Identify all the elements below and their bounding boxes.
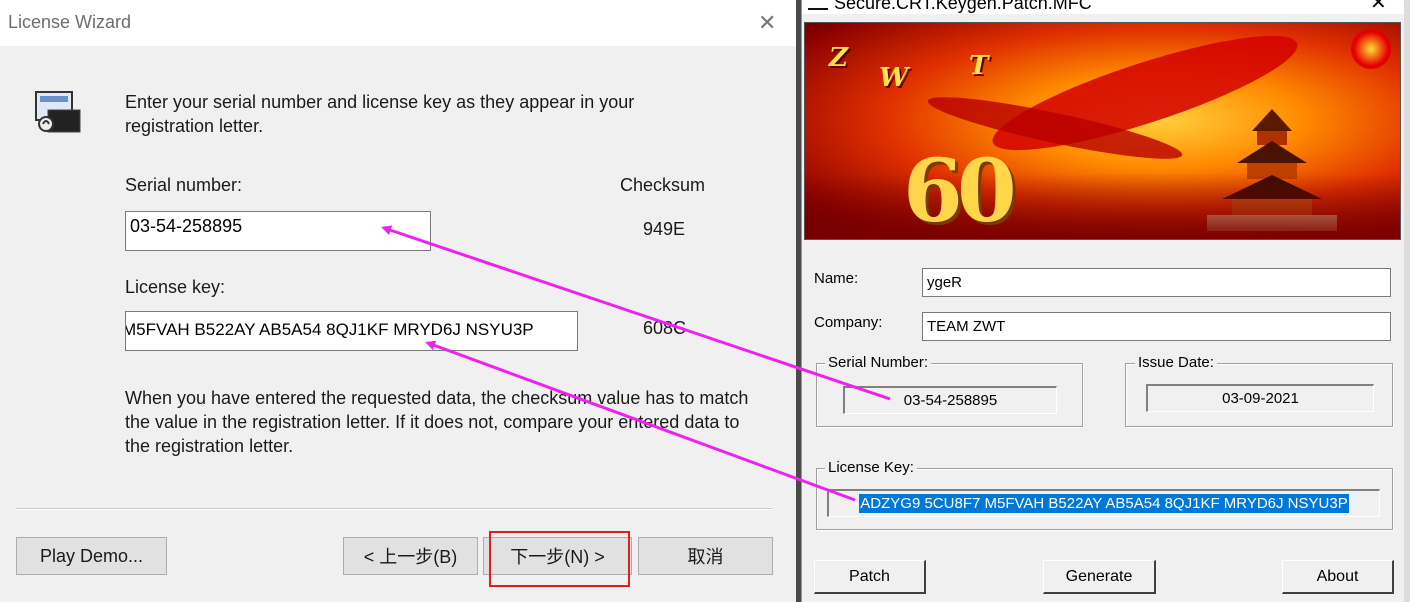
serial-number-input[interactable]: 03-54-258895	[125, 211, 431, 251]
serial-number-label: Serial number:	[125, 175, 243, 195]
issue-date-group-label: Issue Date:	[1135, 354, 1217, 371]
about-button[interactable]: About	[1282, 560, 1394, 594]
license-certificate-icon	[35, 91, 81, 133]
serial-number-group-label: Serial Number:	[825, 354, 932, 371]
background-window-edge	[1404, 0, 1410, 602]
serial-number-group: Serial Number: 03-54-258895	[816, 354, 1083, 427]
keygen-title: Secure.CRT.Keygen.Patch.MFC	[834, 0, 1092, 13]
play-demo-button[interactable]: Play Demo...	[16, 537, 167, 575]
highlight-box	[489, 531, 630, 587]
patch-button[interactable]: Patch	[814, 560, 926, 594]
company-label: Company:	[814, 314, 883, 331]
help-text: When you have entered the requested data…	[125, 388, 749, 456]
issue-date-group: Issue Date: 03-09-2021	[1125, 354, 1393, 427]
license-key-label: License key:	[125, 277, 226, 297]
checksum-heading: Checksum	[620, 175, 706, 195]
license-key-group: License Key: ADZYG9 5CU8F7 M5FVAH B522AY…	[816, 459, 1393, 530]
banner-letter: T	[969, 51, 989, 81]
license-key-group-label: License Key:	[825, 459, 917, 476]
generate-button[interactable]: Generate	[1043, 560, 1156, 594]
cancel-button[interactable]: 取消	[638, 537, 773, 575]
license-checksum: 608C	[643, 318, 687, 338]
serial-checksum: 949E	[643, 219, 686, 239]
emblem-icon	[1351, 29, 1391, 69]
banner-letter: Z	[829, 43, 848, 73]
intro-text: Enter your serial number and license key…	[125, 92, 635, 136]
back-button[interactable]: < 上一步(B)	[343, 537, 478, 575]
banner-image: Z W T 60	[804, 22, 1401, 240]
flower-decoration	[805, 173, 1400, 239]
divider	[16, 508, 772, 510]
close-icon[interactable]: ✕	[758, 10, 776, 36]
license-key-selected-text: ADZYG9 5CU8F7 M5FVAH B522AY AB5A54 8QJ1K…	[859, 494, 1349, 513]
company-input[interactable]: TEAM ZWT	[922, 312, 1391, 341]
app-icon	[808, 0, 828, 10]
name-input[interactable]: ygeR	[922, 268, 1391, 297]
close-icon[interactable]: ✕	[1370, 0, 1387, 15]
issue-date-field[interactable]: 03-09-2021	[1146, 384, 1374, 412]
name-label: Name:	[814, 270, 859, 287]
keygen-window: Secure.CRT.Keygen.Patch.MFC ✕ Z W T 60 N…	[801, 0, 1405, 602]
license-key-value: M5FVAH B522AY AB5A54 8QJ1KF MRYD6J NSYU3…	[125, 320, 534, 339]
license-key-input[interactable]: M5FVAH B522AY AB5A54 8QJ1KF MRYD6J NSYU3…	[125, 311, 578, 351]
banner-number: 60	[903, 141, 1017, 240]
license-key-field[interactable]: ADZYG9 5CU8F7 M5FVAH B522AY AB5A54 8QJ1K…	[827, 489, 1380, 517]
banner-letter: W	[879, 63, 909, 93]
serial-number-field[interactable]: 03-54-258895	[843, 386, 1057, 414]
wizard-titlebar: License Wizard ✕	[0, 0, 796, 46]
wizard-title: License Wizard	[8, 12, 132, 32]
license-wizard-window: License Wizard ✕ Enter your serial numbe…	[0, 0, 796, 602]
